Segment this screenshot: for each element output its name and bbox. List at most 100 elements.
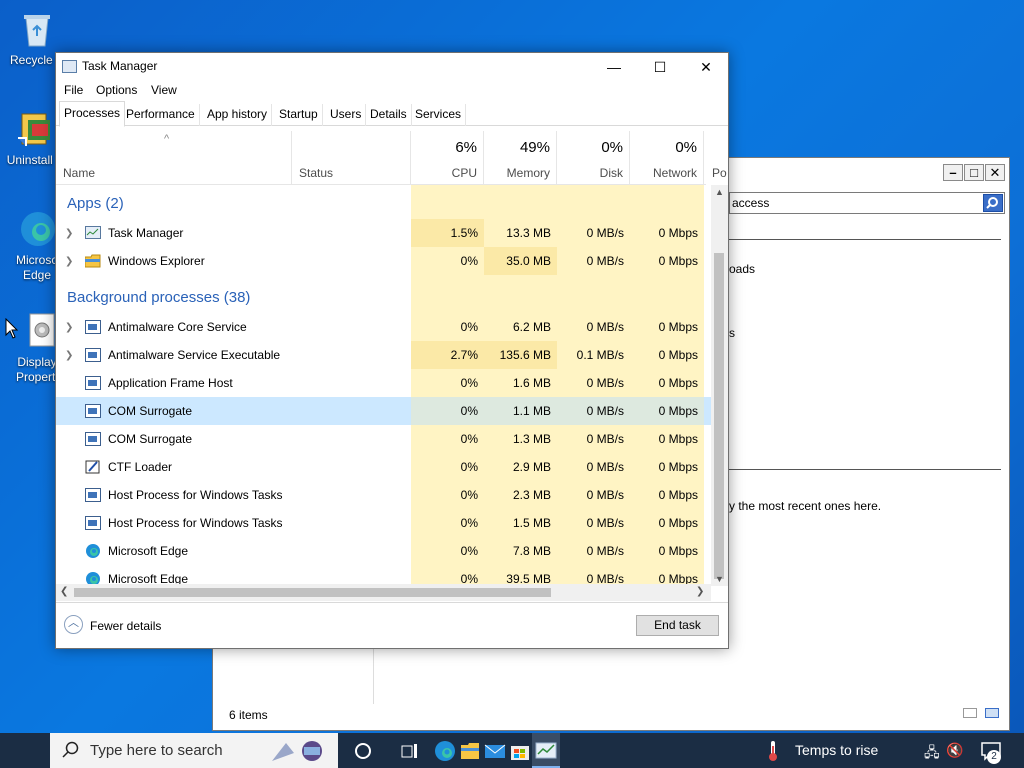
cortana-icon[interactable] bbox=[352, 740, 374, 762]
store-icon[interactable] bbox=[509, 740, 531, 762]
memory-value: 2.3 MB bbox=[512, 488, 551, 502]
mail-icon[interactable] bbox=[484, 740, 506, 762]
volume-muted-icon[interactable]: 🔇 bbox=[946, 742, 963, 759]
process-row[interactable]: ❯ Antimalware Core Service 0% 6.2 MB 0 M… bbox=[56, 313, 711, 341]
search-placeholder: Type here to search bbox=[90, 742, 223, 759]
column-name-label: Name bbox=[63, 166, 96, 180]
process-row[interactable]: ❯ Antimalware Service Executable 2.7% 13… bbox=[56, 341, 711, 369]
expand-chevron-icon[interactable]: ❯ bbox=[65, 256, 73, 267]
disk-value: 0 MB/s bbox=[586, 254, 624, 268]
menu-view[interactable]: View bbox=[151, 83, 177, 97]
process-row-selected[interactable]: COM Surrogate 0% 1.1 MB 0 MB/s 0 Mbps bbox=[56, 397, 711, 425]
tab-users[interactable]: Users bbox=[326, 104, 367, 126]
tab-app-history[interactable]: App history bbox=[203, 104, 273, 126]
column-header-name[interactable]: ^ Name bbox=[56, 131, 292, 184]
process-row[interactable]: Host Process for Windows Tasks 0% 2.3 MB… bbox=[56, 481, 711, 509]
column-header-network[interactable]: 0% Network bbox=[630, 131, 704, 184]
tab-processes[interactable]: Processes bbox=[59, 101, 126, 127]
column-header-disk[interactable]: 0% Disk bbox=[557, 131, 630, 184]
search-input[interactable]: access bbox=[729, 192, 1005, 214]
disk-value: 0 MB/s bbox=[586, 572, 624, 586]
taskbar-search-box[interactable]: Type here to search bbox=[50, 733, 338, 768]
task-view-icon[interactable] bbox=[398, 740, 420, 762]
vertical-scroll-thumb[interactable] bbox=[714, 253, 724, 579]
end-task-button[interactable]: End task bbox=[636, 615, 719, 636]
cpu-value: 0% bbox=[411, 397, 484, 425]
group-header-apps[interactable]: Apps (2) bbox=[67, 195, 124, 212]
network-value: 0 Mbps bbox=[658, 544, 698, 558]
tab-services[interactable]: Services bbox=[411, 104, 467, 126]
chevron-up-circle-icon[interactable]: ︿ bbox=[64, 615, 83, 634]
horizontal-scrollbar[interactable]: ❮ ❯ bbox=[56, 584, 711, 601]
process-row[interactable]: Microsoft Edge 0% 7.8 MB 0 MB/s 0 Mbps bbox=[56, 537, 711, 565]
edge-icon[interactable] bbox=[434, 740, 456, 762]
expand-chevron-icon[interactable]: ❯ bbox=[65, 350, 73, 361]
scroll-up-arrow-icon[interactable]: ▲ bbox=[715, 187, 724, 197]
large-icons-view-icon[interactable] bbox=[985, 708, 999, 718]
fewer-details-link[interactable]: Fewer details bbox=[90, 619, 161, 633]
task-manager-window[interactable]: Task Manager — ☐ ✕ File Options View Pro… bbox=[55, 52, 729, 649]
weather-widget[interactable]: Temps to rise bbox=[795, 742, 878, 758]
maximize-button[interactable]: ☐ bbox=[637, 53, 683, 81]
search-icon bbox=[62, 741, 80, 762]
service-icon bbox=[85, 348, 101, 362]
ctf-loader-icon bbox=[85, 460, 101, 474]
scroll-right-arrow-icon[interactable]: ❯ bbox=[696, 586, 704, 597]
expand-chevron-icon[interactable]: ❯ bbox=[65, 228, 73, 239]
column-header-power[interactable]: Po bbox=[704, 131, 728, 184]
memory-value: 1.3 MB bbox=[512, 432, 551, 446]
process-row[interactable]: COM Surrogate 0% 1.3 MB 0 MB/s 0 Mbps bbox=[56, 425, 711, 453]
search-icon[interactable] bbox=[983, 194, 1003, 212]
start-button[interactable] bbox=[0, 733, 48, 768]
text-fragment: oads bbox=[729, 262, 756, 276]
vertical-scrollbar[interactable]: ▲ ▼ bbox=[711, 185, 728, 586]
task-manager-icon bbox=[85, 226, 101, 240]
column-header-memory[interactable]: 49% Memory bbox=[484, 131, 557, 184]
group-header-background[interactable]: Background processes (38) bbox=[67, 289, 250, 306]
memory-value: 35.0 MB bbox=[484, 247, 557, 275]
tab-startup[interactable]: Startup bbox=[275, 104, 323, 126]
minimize-button[interactable]: – bbox=[943, 164, 963, 181]
process-grid[interactable]: ^ Name Status 6% CPU 49% Memory 0% Disk … bbox=[56, 131, 728, 586]
process-row[interactable]: ❯ Windows Explorer 0% 35.0 MB 0 MB/s 0 M… bbox=[56, 247, 711, 275]
process-row[interactable]: CTF Loader 0% 2.9 MB 0 MB/s 0 Mbps bbox=[56, 453, 711, 481]
disk-value: 0.1 MB/s bbox=[576, 348, 624, 362]
title-bar[interactable]: Task Manager — ☐ ✕ bbox=[56, 53, 728, 81]
memory-total: 49% bbox=[519, 139, 550, 156]
process-row[interactable]: Microsoft Edge 0% 39.5 MB 0 MB/s 0 Mbps bbox=[56, 565, 711, 586]
details-view-icon[interactable] bbox=[963, 708, 977, 718]
tab-details[interactable]: Details bbox=[366, 104, 412, 126]
memory-value: 6.2 MB bbox=[512, 320, 551, 334]
menu-file[interactable]: File bbox=[64, 83, 83, 97]
column-header-cpu[interactable]: 6% CPU bbox=[411, 131, 484, 184]
file-explorer-icon[interactable] bbox=[459, 740, 481, 762]
horizontal-scroll-thumb[interactable] bbox=[74, 588, 551, 597]
process-row[interactable]: Host Process for Windows Tasks 0% 1.5 MB… bbox=[56, 509, 711, 537]
process-row[interactable]: Application Frame Host 0% 1.6 MB 0 MB/s … bbox=[56, 369, 711, 397]
memory-value: 13.3 MB bbox=[506, 226, 551, 240]
cpu-value: 0% bbox=[460, 460, 478, 474]
process-name: CTF Loader bbox=[108, 460, 173, 474]
network-icon[interactable]: 🖧 bbox=[924, 742, 940, 766]
task-manager-icon bbox=[535, 742, 557, 759]
disk-value: 0 MB/s bbox=[557, 397, 630, 425]
footer-bar: ︿ Fewer details End task bbox=[56, 602, 728, 648]
taskbar: Type here to search Temps to rise 🖧 🔇 2 bbox=[0, 733, 1024, 768]
close-button[interactable]: ✕ bbox=[683, 53, 729, 81]
close-button[interactable]: ✕ bbox=[985, 164, 1005, 181]
minimize-button[interactable]: — bbox=[591, 53, 637, 81]
tab-performance[interactable]: Performance bbox=[122, 104, 200, 126]
expand-chevron-icon[interactable]: ❯ bbox=[65, 322, 73, 333]
column-header-status[interactable]: Status bbox=[292, 131, 411, 184]
maximize-button[interactable]: □ bbox=[964, 164, 984, 181]
disk-value: 0 MB/s bbox=[586, 320, 624, 334]
task-manager-taskbar-button[interactable] bbox=[532, 733, 560, 768]
process-row[interactable]: ❯ Task Manager 1.5% 13.3 MB 0 MB/s 0 Mbp… bbox=[56, 219, 711, 247]
menu-options[interactable]: Options bbox=[96, 83, 137, 97]
scroll-down-arrow-icon[interactable]: ▼ bbox=[715, 574, 724, 584]
mouse-cursor-icon bbox=[5, 317, 19, 343]
cpu-value: 0% bbox=[460, 488, 478, 502]
scroll-left-arrow-icon[interactable]: ❮ bbox=[60, 586, 68, 597]
cpu-total: 6% bbox=[455, 139, 477, 156]
network-value: 0 Mbps bbox=[658, 348, 698, 362]
